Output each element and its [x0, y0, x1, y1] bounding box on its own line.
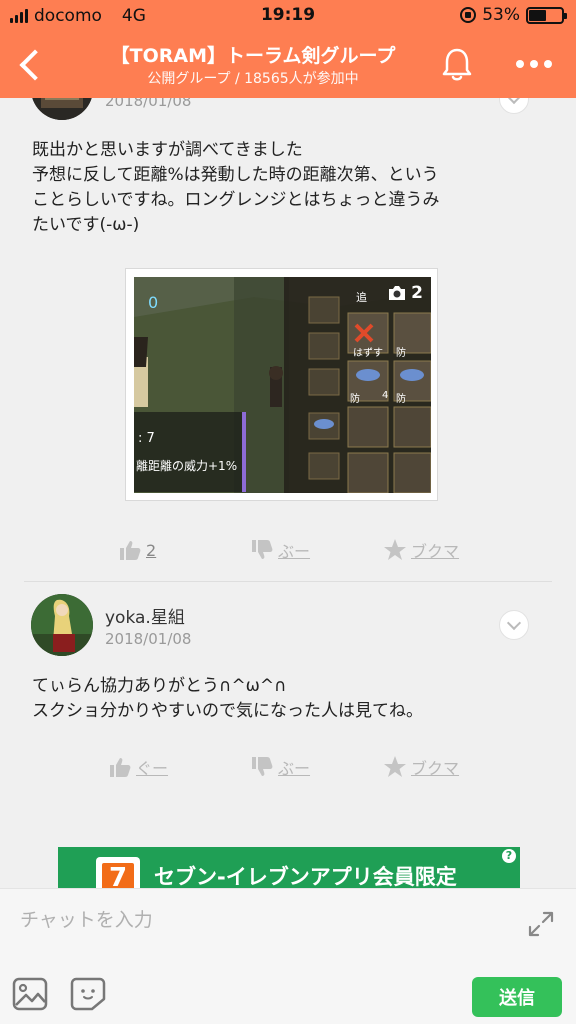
expand-icon[interactable] [524, 907, 558, 941]
back-button[interactable] [10, 42, 54, 86]
good-button[interactable]: ぐー [108, 755, 168, 779]
bookmark-button[interactable]: ブクマ [383, 538, 459, 562]
divider [24, 581, 552, 582]
post-text: 既出かと思いますが調べてきました 予想に反して距離%は発動した時の距離次第、とい… [32, 140, 440, 235]
photo-overlay-text: 追 [356, 291, 367, 304]
photo-overlay-text: 防 [396, 348, 406, 359]
photo-overlay-text: 防 [396, 394, 406, 405]
post-date: 2018/01/08 [105, 630, 192, 648]
avatar[interactable] [31, 98, 93, 120]
more-menu-button[interactable] [512, 52, 556, 76]
star-icon [384, 756, 406, 777]
thumbs-up-icon [120, 541, 141, 560]
post-options-button[interactable] [499, 610, 529, 640]
good-label: ぐー [136, 759, 169, 778]
battery-percent: 53% [482, 5, 520, 25]
send-button[interactable]: 送信 [472, 977, 562, 1017]
bookmark-label: ブクマ [411, 542, 460, 561]
post-actions: ぐー ぶー ブクマ [0, 755, 576, 783]
chat-input-bar: 送信 [0, 888, 576, 1024]
bad-label: ぶー [278, 759, 311, 778]
photo-overlay-text: 防 [350, 394, 360, 405]
sticker-icon[interactable] [70, 977, 106, 1011]
thumbs-up-icon [110, 758, 131, 777]
notification-bell-icon[interactable] [440, 46, 474, 82]
camera-icon [389, 286, 406, 300]
photo-count-badge: 2 [387, 283, 423, 303]
post-actions: 2 ぶー ブクマ [0, 538, 576, 566]
good-count: 2 [146, 540, 157, 560]
star-icon [384, 539, 406, 560]
photo-overlay-text: 4 [382, 390, 389, 401]
seven-eleven-logo-icon [96, 857, 140, 888]
orientation-lock-icon [460, 7, 477, 23]
image-picker-icon[interactable] [12, 977, 48, 1011]
group-subtitle: 公開グループ / 18565人が参加中 [147, 71, 359, 87]
photo-count: 2 [411, 283, 423, 303]
ad-text: セブン-イレブンアプリ会員限定 [154, 865, 457, 888]
post-options-button[interactable] [499, 98, 529, 114]
chat-input[interactable] [20, 903, 500, 937]
app-header: 【TORAM】トーラム剣グループ 公開グループ / 18565人が参加中 [0, 32, 576, 98]
photo-overlay-text: 0 [148, 293, 159, 312]
photo-overlay-text: はずす [353, 348, 383, 359]
avatar[interactable] [31, 594, 93, 656]
bookmark-button[interactable]: ブクマ [383, 755, 459, 779]
post-feed[interactable]: 2018/01/08 既出かと思いますが調べてきました 予想に反して距離%は発動… [0, 98, 576, 888]
thumbs-down-icon [252, 540, 273, 559]
ad-banner[interactable]: セブン-イレブンアプリ会員限定 ? [58, 847, 520, 888]
thumbs-down-icon [252, 757, 273, 776]
photo-overlay-text: : 7 [138, 431, 155, 446]
photo-overlay-text: 離距離の威力+1% [136, 459, 238, 473]
status-bar: docomo 4G 19:19 53% [0, 0, 576, 32]
post-date: 2018/01/08 [105, 98, 192, 110]
battery-icon [526, 6, 567, 24]
game-screenshot-image[interactable]: 0 追 はずす 防 防 4 防 : 7 離距離の威力+1% 2 [134, 277, 431, 493]
bad-button[interactable]: ぶー [250, 755, 310, 779]
post-username[interactable]: yoka.星組 [105, 603, 185, 628]
post-photo[interactable]: 0 追 はずす 防 防 4 防 : 7 離距離の威力+1% 2 [125, 268, 438, 501]
bad-label: ぶー [278, 542, 311, 561]
ad-info-icon[interactable]: ? [502, 849, 516, 863]
bookmark-label: ブクマ [411, 759, 460, 778]
good-button[interactable]: 2 [118, 538, 156, 562]
post-text: てぃらん協力ありがとう∩^ω^∩ スクショ分かりやすいので気になった人は見てね。 [32, 676, 423, 721]
bad-button[interactable]: ぶー [250, 538, 310, 562]
group-title: 【TORAM】トーラム剣グループ [110, 45, 396, 67]
